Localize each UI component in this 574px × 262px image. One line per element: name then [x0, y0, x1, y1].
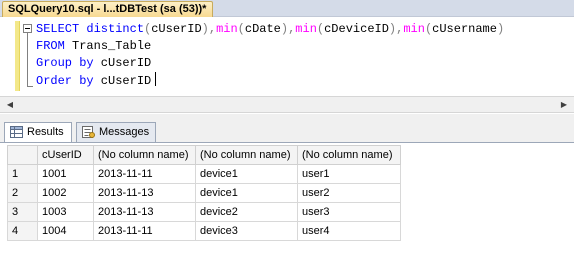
results-tab-strip: Results Messages: [0, 122, 574, 143]
sql-operator: (: [237, 22, 245, 36]
grid-cell[interactable]: user1: [297, 164, 401, 184]
grid-cell[interactable]: 2013-11-13: [93, 183, 196, 203]
sql-identifier: cUserID: [151, 22, 202, 36]
code-line[interactable]: Order by cUserID: [36, 72, 504, 89]
grid-cell[interactable]: 1002: [37, 183, 94, 203]
outline-line: [27, 28, 28, 86]
sql-operator: ),: [388, 22, 404, 36]
sql-keyword: Group by: [36, 56, 94, 70]
sql-operator: ),: [201, 22, 217, 36]
tab-results[interactable]: Results: [4, 122, 72, 143]
sql-identifier: cDate: [244, 22, 281, 36]
row-number[interactable]: 1: [7, 164, 38, 184]
collapse-toggle-icon[interactable]: [23, 24, 32, 33]
table-row[interactable]: 4 1004 2013-11-11 device3 user4: [7, 221, 401, 241]
grid-cell[interactable]: 1003: [37, 202, 94, 222]
column-header-cuserid[interactable]: cUserID: [37, 145, 94, 165]
sql-identifier: cDeviceID: [324, 22, 389, 36]
sql-keyword: Order by: [36, 74, 94, 88]
code-line[interactable]: FROM Trans_Table: [36, 38, 504, 55]
change-tracking-bar: [15, 21, 20, 91]
sql-identifier: cUserID: [93, 74, 152, 88]
column-header-2[interactable]: (No column name): [93, 145, 196, 165]
sql-function: min: [216, 22, 238, 36]
messages-icon: [82, 126, 95, 138]
sql-keyword: FROM: [36, 39, 65, 53]
grid-cell[interactable]: 2013-11-11: [93, 221, 196, 241]
sql-function: min: [295, 22, 317, 36]
outline-end: [27, 86, 33, 87]
grid-cell[interactable]: device2: [195, 202, 298, 222]
editor-horizontal-scrollbar[interactable]: ◀ ▶: [0, 96, 574, 113]
tab-messages-label: Messages: [99, 126, 150, 138]
sql-identifier: cUsername: [432, 22, 497, 36]
sql-operator: ),: [280, 22, 296, 36]
tab-messages[interactable]: Messages: [76, 122, 156, 142]
table-row[interactable]: 1 1001 2013-11-11 device1 user1: [7, 164, 401, 184]
grid-cell[interactable]: 2013-11-11: [93, 164, 196, 184]
grid-cell[interactable]: device1: [195, 164, 298, 184]
sql-operator: ): [496, 22, 505, 36]
sql-function: min: [403, 22, 425, 36]
row-number[interactable]: 2: [7, 183, 38, 203]
scroll-left-arrow-icon[interactable]: ◀: [2, 97, 18, 113]
text-caret: [155, 72, 157, 86]
results-grid-area: cUserID (No column name) (No column name…: [0, 142, 574, 262]
column-header-3[interactable]: (No column name): [195, 145, 298, 165]
grid-cell[interactable]: user2: [297, 183, 401, 203]
tab-results-label: Results: [27, 126, 64, 138]
sql-keyword: SELECT distinct: [36, 22, 145, 36]
scroll-right-arrow-icon[interactable]: ▶: [556, 97, 572, 113]
grid-corner[interactable]: [7, 145, 38, 165]
grid-cell[interactable]: 1001: [37, 164, 94, 184]
code-line[interactable]: SELECT distinct(cUserID),min(cDate),min(…: [36, 21, 504, 38]
grid-cell[interactable]: user3: [297, 202, 401, 222]
table-row[interactable]: 2 1002 2013-11-13 device1 user2: [7, 183, 401, 203]
row-number[interactable]: 3: [7, 202, 38, 222]
sql-code[interactable]: SELECT distinct(cUserID),min(cDate),min(…: [36, 21, 504, 89]
grid-header-row: cUserID (No column name) (No column name…: [7, 145, 401, 165]
row-number[interactable]: 4: [7, 221, 38, 241]
grid-cell[interactable]: 2013-11-13: [93, 202, 196, 222]
sql-identifier: cUserID: [93, 56, 152, 70]
code-line[interactable]: Group by cUserID: [36, 55, 504, 72]
grid-cell[interactable]: user4: [297, 221, 401, 241]
grid-cell[interactable]: device3: [195, 221, 298, 241]
document-tab-sqlquery10[interactable]: SQLQuery10.sql - l...tDBTest (sa (53))*: [2, 1, 214, 17]
document-tab-strip: SQLQuery10.sql - l...tDBTest (sa (53))*: [0, 0, 574, 17]
results-panel: Results Messages cUserID (No column name…: [0, 114, 574, 262]
grid-cell[interactable]: device1: [195, 183, 298, 203]
grid-icon: [10, 126, 23, 138]
column-header-4[interactable]: (No column name): [297, 145, 401, 165]
sql-identifier: Trans_Table: [64, 39, 152, 53]
table-row[interactable]: 3 1003 2013-11-13 device2 user3: [7, 202, 401, 222]
query-editor[interactable]: SELECT distinct(cUserID),min(cDate),min(…: [0, 17, 574, 95]
results-grid[interactable]: cUserID (No column name) (No column name…: [7, 145, 401, 241]
grid-cell[interactable]: 1004: [37, 221, 94, 241]
